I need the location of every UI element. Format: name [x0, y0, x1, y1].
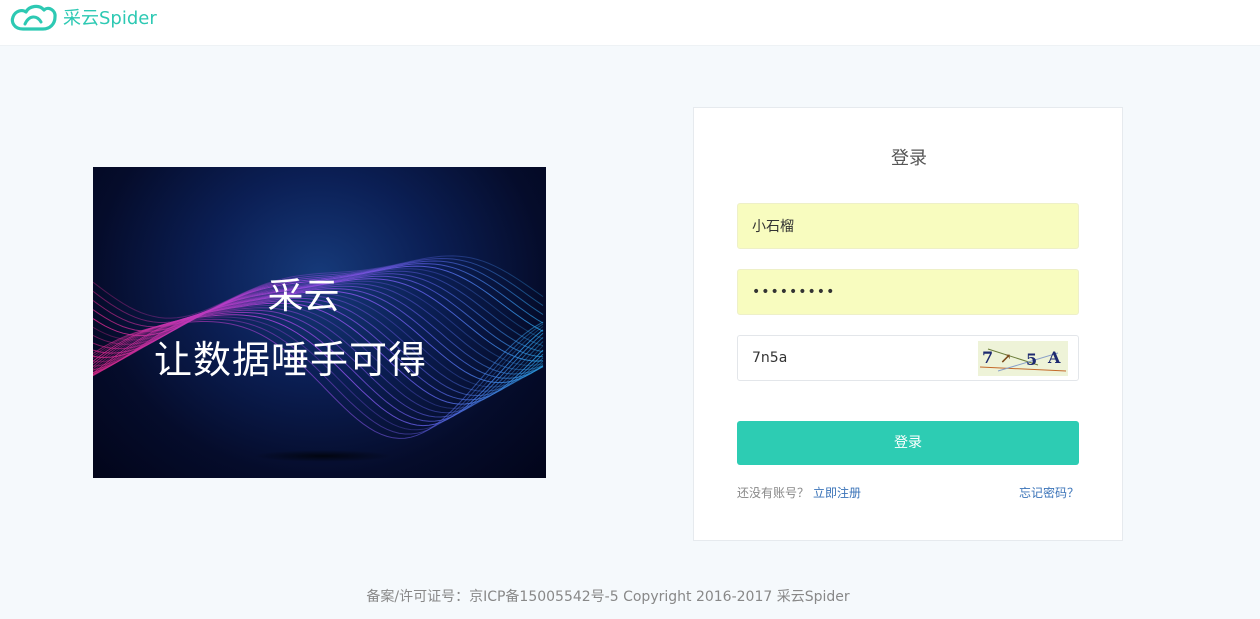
brand-name: 采云Spider — [63, 8, 157, 29]
cloud-logo-icon — [10, 4, 57, 31]
login-button[interactable]: 登录 — [737, 421, 1079, 465]
footer-copyright: 备案/许可证号：京ICP备15005542号-5 Copyright 2016-… — [366, 589, 850, 605]
banner-title: 采云 — [267, 276, 340, 317]
svg-text:↗: ↗ — [1000, 351, 1012, 367]
password-mask: ••••••••• — [752, 284, 836, 300]
svg-text:5: 5 — [1026, 350, 1037, 369]
register-link[interactable]: 立即注册 — [813, 486, 861, 500]
hero-banner: 采云 让数据唾手可得 — [93, 167, 546, 478]
username-value: 小石榴 — [752, 219, 794, 235]
banner-slogan: 让数据唾手可得 — [153, 338, 427, 382]
top-header: 采云Spider — [0, 0, 1260, 46]
captcha-value: 7n5a — [752, 350, 788, 366]
forgot-password-link[interactable]: 忘记密码？ — [1019, 484, 1079, 501]
banner-shadow — [253, 450, 393, 462]
login-card: 登录 小石榴 ••••••••• 7n5a 7 ↗ 5 A 登录 还没有账号？立… — [693, 107, 1123, 541]
captcha-image[interactable]: 7 ↗ 5 A — [978, 341, 1068, 376]
wave-graphic — [93, 255, 544, 439]
username-field[interactable]: 小石榴 — [737, 203, 1079, 249]
no-account-hint: 还没有账号？ — [737, 486, 810, 500]
svg-text:A: A — [1047, 348, 1061, 367]
logo[interactable]: 采云Spider — [9, 0, 157, 34]
captcha-field[interactable]: 7n5a 7 ↗ 5 A — [737, 335, 1079, 381]
svg-text:7: 7 — [982, 348, 993, 367]
captcha-graphic: 7 ↗ 5 A — [978, 341, 1068, 376]
account-links: 还没有账号？ 立即注册 忘记密码？ — [737, 484, 1079, 504]
password-field[interactable]: ••••••••• — [737, 269, 1079, 315]
login-title: 登录 — [891, 148, 927, 169]
